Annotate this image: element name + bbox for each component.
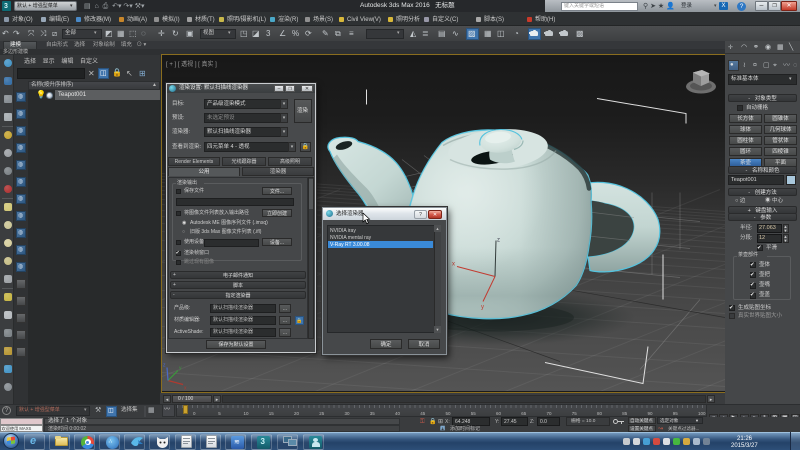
svg-text:y: y [481, 305, 484, 311]
svg-text:x: x [452, 262, 455, 268]
svg-text:z: z [497, 238, 500, 244]
